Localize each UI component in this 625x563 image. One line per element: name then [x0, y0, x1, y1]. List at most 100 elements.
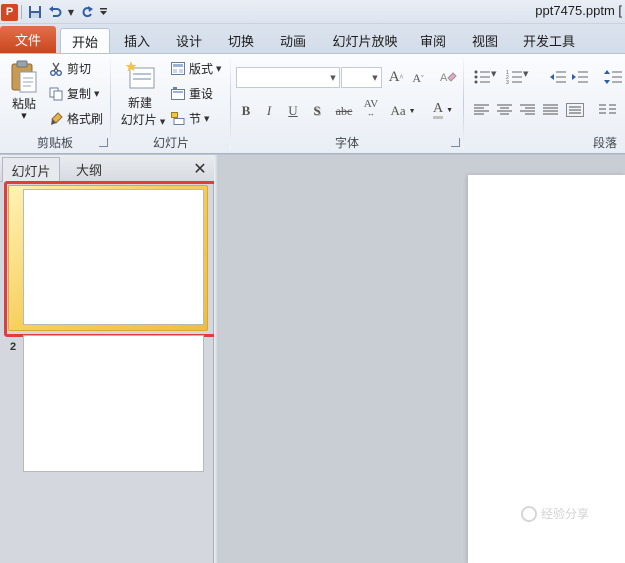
new-slide-dropdown-icon[interactable]: ▼	[160, 118, 165, 126]
font-size-combo[interactable]: ▼	[341, 67, 382, 88]
font-color-label: A	[432, 101, 444, 119]
section-label: 节	[189, 112, 202, 126]
group-divider	[110, 58, 111, 150]
new-slide-label-line2: 幻灯片	[120, 113, 157, 127]
copy-button[interactable]: 复制 ▼	[48, 85, 99, 102]
line-spacing-icon[interactable]	[604, 70, 622, 86]
new-slide-label-line1[interactable]: 新建	[118, 94, 162, 111]
tab-design[interactable]: 设计	[168, 28, 210, 53]
section-dropdown-icon[interactable]: ▼	[204, 115, 209, 123]
ribbon-home: 粘贴 ▼ 剪切 复制 ▼ 格式刷 剪贴板 新建 幻灯片 ▼ 版式 ▼ 重设 节 …	[0, 53, 625, 154]
section-icon	[170, 111, 186, 127]
clear-formatting-icon[interactable]: A	[438, 67, 458, 87]
new-slide-button[interactable]: 幻灯片 ▼	[115, 111, 171, 128]
tab-outline[interactable]: 大纲	[62, 157, 116, 182]
font-size-dropdown-icon[interactable]: ▼	[369, 68, 381, 87]
character-spacing-button[interactable]: AV ↔	[358, 99, 384, 119]
numbering-dropdown-icon[interactable]: ▼	[523, 70, 533, 86]
copy-label: 复制	[67, 87, 92, 101]
numbering-icon[interactable]: 123	[506, 70, 524, 86]
grow-font-button[interactable]: A ^	[386, 67, 406, 87]
change-case-label: Aa	[390, 103, 406, 118]
bullets-dropdown-icon[interactable]: ▼	[491, 70, 501, 86]
tab-slides[interactable]: 幻灯片	[2, 157, 60, 182]
grow-font-label: A	[388, 68, 400, 85]
layout-icon	[170, 61, 186, 77]
justify-icon[interactable]	[543, 104, 561, 120]
increase-indent-icon[interactable]	[571, 70, 589, 86]
tab-insert[interactable]: 插入	[116, 28, 158, 53]
underline-button[interactable]: U	[283, 101, 303, 121]
clipboard-group-label: 剪贴板	[36, 136, 73, 150]
strikethrough-button[interactable]: abc	[331, 101, 357, 121]
font-color-dropdown-icon[interactable]: ▼	[446, 106, 453, 114]
paste-button[interactable]: 粘贴	[10, 95, 38, 112]
change-case-button[interactable]: Aa ▼	[388, 101, 418, 121]
bullets-icon[interactable]	[474, 70, 492, 86]
new-slide-icon[interactable]	[122, 58, 158, 94]
slide-number: 2	[10, 341, 17, 353]
tab-home[interactable]: 开始	[60, 28, 110, 53]
character-spacing-label: AV	[363, 98, 379, 110]
font-name-combo[interactable]: ▼	[236, 67, 340, 88]
watermark: 经验分享	[521, 505, 589, 522]
bold-button[interactable]: B	[236, 101, 256, 121]
distributed-icon[interactable]	[566, 103, 584, 119]
cut-button[interactable]: 剪切	[48, 60, 91, 77]
font-dialog-launcher-icon[interactable]	[451, 138, 460, 147]
cut-label: 剪切	[67, 62, 92, 76]
tab-file[interactable]: 文件	[0, 26, 56, 53]
italic-button[interactable]: I	[259, 101, 279, 121]
svg-text:3: 3	[506, 80, 509, 84]
group-divider	[463, 58, 464, 150]
undo-icon[interactable]	[45, 2, 65, 22]
customize-qat-icon[interactable]	[97, 2, 109, 22]
save-icon[interactable]	[25, 2, 45, 22]
section-button[interactable]: 节 ▼	[170, 110, 209, 127]
layout-dropdown-icon[interactable]: ▼	[216, 65, 221, 73]
tab-developer[interactable]: 开发工具	[516, 28, 582, 53]
undo-dropdown-icon[interactable]: ▼	[65, 2, 77, 22]
tab-transitions[interactable]: 切换	[220, 28, 262, 53]
copy-dropdown-icon[interactable]: ▼	[94, 90, 99, 98]
format-painter-button[interactable]: 格式刷	[48, 110, 103, 127]
redo-icon[interactable]	[77, 2, 97, 22]
window-title: ppt7475.pptm [	[535, 3, 622, 18]
decrease-indent-icon[interactable]	[549, 70, 567, 86]
change-case-dropdown-icon[interactable]: ▼	[409, 107, 416, 115]
slides-pane: 幻灯片 大纲 ✕ 1 2	[0, 155, 223, 563]
svg-text:A: A	[440, 72, 448, 84]
tab-view[interactable]: 视图	[464, 28, 506, 53]
align-center-icon[interactable]	[497, 104, 515, 120]
ribbon-tab-bar: 文件 开始 插入 设计 切换 动画 幻灯片放映 审阅 视图 开发工具	[0, 24, 625, 53]
paragraph-group-label: 段落	[592, 136, 617, 150]
format-painter-label: 格式刷	[67, 112, 104, 126]
close-icon[interactable]: ✕	[191, 159, 209, 178]
slide-thumbnail-2[interactable]	[23, 335, 204, 472]
align-right-icon[interactable]	[520, 104, 538, 120]
brush-icon	[48, 111, 64, 127]
tab-slideshow[interactable]: 幻灯片放映	[326, 28, 404, 53]
font-name-dropdown-icon[interactable]: ▼	[327, 68, 339, 87]
selection-highlight	[4, 181, 223, 337]
shrink-font-label: A	[412, 70, 421, 85]
font-group-label: 字体	[334, 136, 359, 150]
columns-icon[interactable]	[599, 104, 617, 120]
clipboard-dialog-launcher-icon[interactable]	[99, 138, 108, 147]
reset-label: 重设	[189, 87, 214, 101]
layout-button[interactable]: 版式 ▼	[170, 60, 221, 77]
paste-icon[interactable]	[8, 58, 40, 98]
reset-button[interactable]: 重设	[170, 85, 213, 102]
slides-group-label: 幻灯片	[152, 136, 189, 150]
watermark-logo-icon	[521, 505, 537, 522]
align-left-icon[interactable]	[474, 104, 492, 120]
text-shadow-button[interactable]: S	[307, 101, 327, 121]
paste-dropdown-icon[interactable]: ▼	[18, 112, 30, 120]
quick-access-toolbar: P ▼	[0, 2, 109, 22]
reset-icon	[170, 86, 186, 102]
powerpoint-app-icon[interactable]: P	[1, 3, 18, 21]
shrink-font-button[interactable]: Aˇ	[408, 68, 428, 88]
tab-animations[interactable]: 动画	[272, 28, 314, 53]
font-color-button[interactable]: A ▼	[428, 100, 458, 120]
tab-review[interactable]: 审阅	[412, 28, 454, 53]
